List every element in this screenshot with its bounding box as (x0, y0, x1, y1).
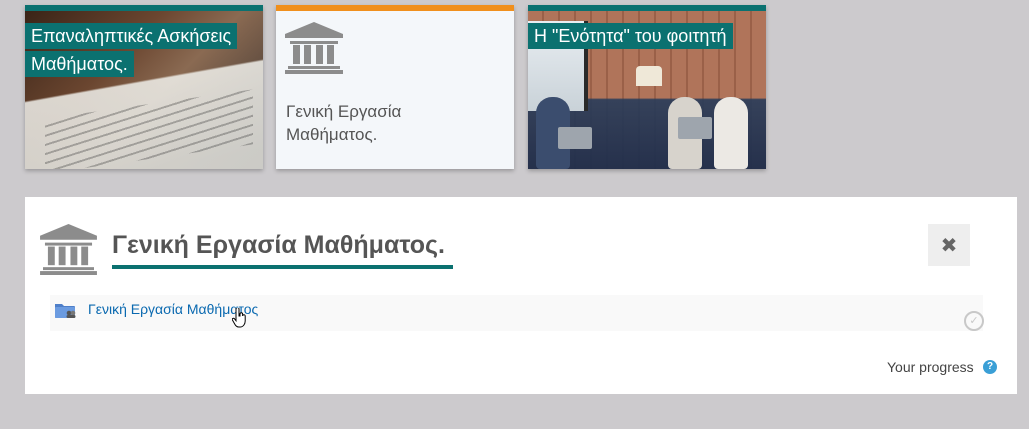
checkmark-circle-icon[interactable]: ✓ (964, 311, 984, 331)
tile-caption-line: Μαθήματος. (25, 51, 134, 77)
tile-revision-exercises[interactable]: Επαναληπτικές Ασκήσεις Μαθήματος. (25, 5, 263, 169)
photo-laptop (678, 117, 712, 139)
photo-lamp (636, 66, 662, 86)
tile-caption-line: Η "Ενότητα" του φοιτητή (528, 23, 733, 49)
section-detail-panel: Γενική Εργασία Μαθήματος. ✖ Γενική Εργασ… (25, 197, 1017, 394)
tile-caption-line: Επαναληπτικές Ασκήσεις (25, 23, 238, 49)
photo-laptop (558, 127, 592, 149)
tile-title: Γενική Εργασία Μαθήματος. (286, 102, 402, 144)
help-icon[interactable]: ? (983, 360, 997, 374)
institution-icon (285, 22, 343, 74)
progress-label: Your progress (887, 359, 974, 375)
hand-cursor-icon (232, 308, 246, 328)
tile-student-unit[interactable]: Η "Ενότητα" του φοιτητή (528, 5, 766, 169)
section-tiles: Επαναληπτικές Ασκήσεις Μαθήματος. Γενική… (25, 5, 770, 170)
photo-person (714, 97, 748, 169)
close-icon: ✖ (940, 234, 958, 257)
activity-row[interactable]: Γενική Εργασία Μαθήματος ✓ (50, 295, 984, 331)
section-heading: Γενική Εργασία Μαθήματος. (112, 231, 445, 259)
tile-general-assignment[interactable]: Γενική Εργασία Μαθήματος. (276, 5, 514, 169)
folder-icon (55, 304, 76, 318)
close-button[interactable]: ✖ (928, 224, 970, 266)
heading-underline (112, 265, 453, 269)
institution-icon (40, 224, 97, 275)
